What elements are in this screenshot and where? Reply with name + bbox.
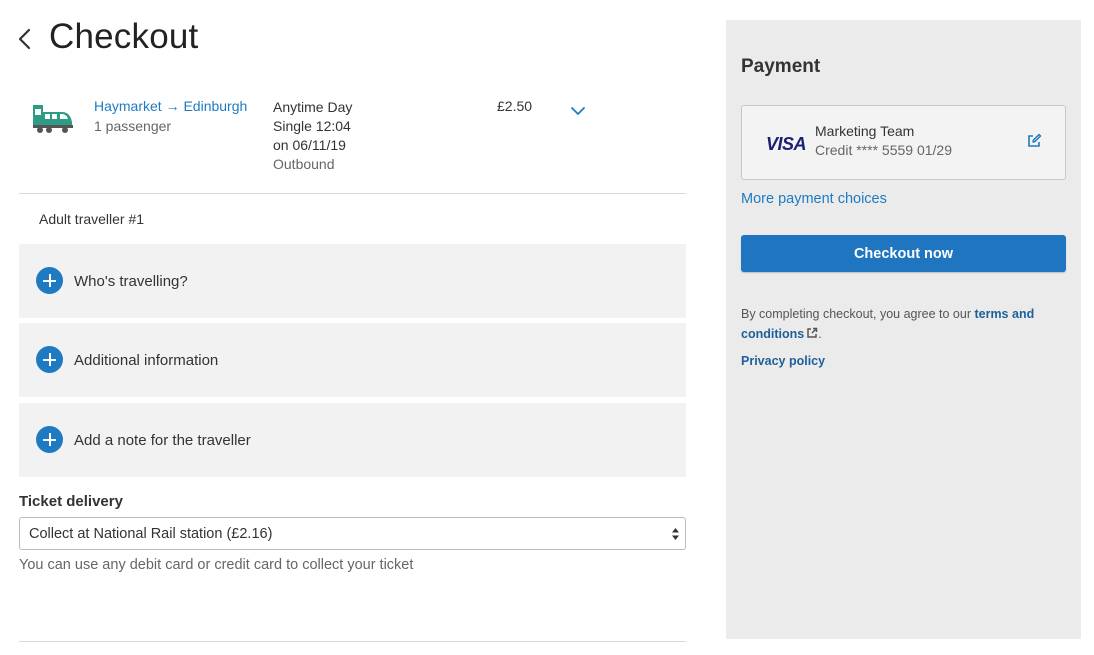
ticket-delivery-hint: You can use any debit card or credit car… [19, 557, 414, 573]
section-label: Additional information [74, 352, 219, 369]
card-details: Credit **** 5559 01/29 [815, 142, 952, 158]
payment-title: Payment [741, 56, 821, 77]
fare-details: Anytime Day Single 12:04 on 06/11/19 Out… [273, 98, 352, 174]
journey-price: £2.50 [497, 98, 533, 114]
terms-suffix: . [818, 327, 822, 341]
plus-circle-icon [36, 346, 63, 373]
card-holder-name: Marketing Team [815, 123, 915, 139]
visa-logo: VISA [766, 134, 807, 154]
section-additional-information[interactable]: Additional information [19, 323, 686, 397]
divider [19, 641, 686, 642]
ticket-delivery-select[interactable]: Collect at National Rail station (£2.16) [19, 517, 686, 550]
section-whos-travelling[interactable]: Who's travelling? [19, 244, 686, 318]
plus-circle-icon [36, 426, 63, 453]
journey-route-link[interactable]: Haymarket → Edinburgh [94, 98, 247, 114]
section-label: Add a note for the traveller [74, 432, 251, 449]
section-traveller-note[interactable]: Add a note for the traveller [19, 403, 686, 477]
fare-date: on 06/11/19 [273, 137, 346, 153]
edit-icon[interactable] [1026, 133, 1042, 149]
plus-circle-icon [36, 267, 63, 294]
checkout-now-button[interactable]: Checkout now [741, 235, 1066, 272]
journey-summary: Haymarket → Edinburgh 1 passenger Anytim… [19, 90, 686, 194]
back-button[interactable] [14, 22, 38, 56]
journey-direction: Outbound [273, 156, 335, 172]
privacy-policy-link[interactable]: Privacy policy [741, 354, 825, 368]
terms-notice: By completing checkout, you agree to our… [741, 304, 1061, 344]
select-arrows-icon [672, 528, 679, 540]
payment-panel: Payment VISA Marketing Team Credit **** … [726, 20, 1081, 639]
train-icon [33, 105, 73, 133]
page-title: Checkout [49, 17, 199, 56]
external-link-icon[interactable] [806, 327, 818, 339]
ticket-delivery-label: Ticket delivery [19, 493, 123, 510]
ticket-delivery-selected: Collect at National Rail station (£2.16) [29, 526, 273, 542]
payment-card[interactable]: VISA Marketing Team Credit **** 5559 01/… [741, 105, 1066, 180]
passenger-count: 1 passenger [94, 118, 172, 134]
traveller-heading: Adult traveller #1 [39, 211, 145, 227]
chevron-down-icon[interactable] [571, 106, 585, 116]
fare-type: Anytime Day [273, 99, 353, 115]
chevron-left-icon [18, 28, 31, 50]
fare-time: Single 12:04 [273, 118, 351, 134]
more-payment-choices-link[interactable]: More payment choices [741, 191, 887, 207]
terms-text: By completing checkout, you agree to our [741, 307, 975, 321]
section-label: Who's travelling? [74, 273, 188, 290]
